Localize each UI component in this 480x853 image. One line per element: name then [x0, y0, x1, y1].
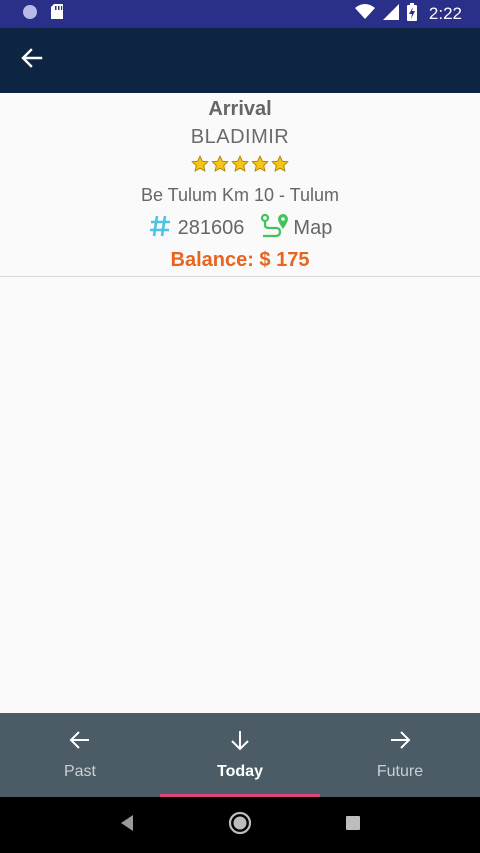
star-icon	[251, 155, 269, 175]
nav-today-label: Today	[217, 763, 263, 780]
nav-past[interactable]: Past	[0, 713, 160, 797]
system-back-button[interactable]	[107, 805, 147, 845]
signal-icon	[382, 3, 399, 25]
wifi-icon	[354, 3, 375, 25]
arrow-back-icon	[21, 47, 43, 74]
address-text: Be Tulum Km 10 - Tulum	[140, 185, 340, 205]
star-icon	[231, 155, 249, 175]
sd-card-icon	[50, 3, 64, 25]
route-map-icon	[260, 213, 290, 244]
back-triangle-icon	[118, 814, 136, 837]
map-link[interactable]: Map	[260, 213, 332, 244]
star-icon	[211, 155, 229, 175]
star-icon	[191, 155, 209, 175]
arrow-right-icon	[389, 727, 411, 753]
reservation-card[interactable]: Arrival BLADIMIR Be Tulum Km 10 - Tulum …	[0, 93, 480, 277]
hash-icon	[148, 214, 172, 243]
reservation-type-label: Arrival	[208, 98, 272, 120]
nav-today[interactable]: Today	[160, 713, 320, 797]
star-rating	[0, 155, 480, 175]
recents-square-icon	[345, 815, 361, 836]
back-button[interactable]	[0, 28, 64, 93]
battery-charging-icon	[406, 2, 417, 26]
arrow-left-icon	[69, 727, 91, 753]
map-label: Map	[293, 216, 333, 239]
notification-dot-icon	[22, 4, 38, 25]
nav-future[interactable]: Future	[320, 713, 480, 797]
arrow-down-icon	[229, 727, 251, 753]
status-bar: 2:22	[0, 0, 480, 28]
app-bar	[0, 28, 480, 93]
nav-future-label: Future	[376, 763, 424, 780]
bottom-navigation: Past Today Future	[0, 713, 480, 797]
balance-text: Balance: $ 175	[170, 249, 310, 271]
star-icon	[271, 155, 289, 175]
guest-name: BLADIMIR	[190, 126, 290, 148]
system-navigation-bar	[0, 797, 480, 853]
reservation-number: 281606	[177, 216, 245, 239]
system-recents-button[interactable]	[333, 805, 373, 845]
nav-past-label: Past	[63, 763, 96, 780]
status-time: 2:22	[428, 4, 462, 23]
reservation-meta-row: 281606 Map	[0, 213, 480, 244]
home-circle-icon	[228, 811, 252, 840]
system-home-button[interactable]	[220, 805, 260, 845]
